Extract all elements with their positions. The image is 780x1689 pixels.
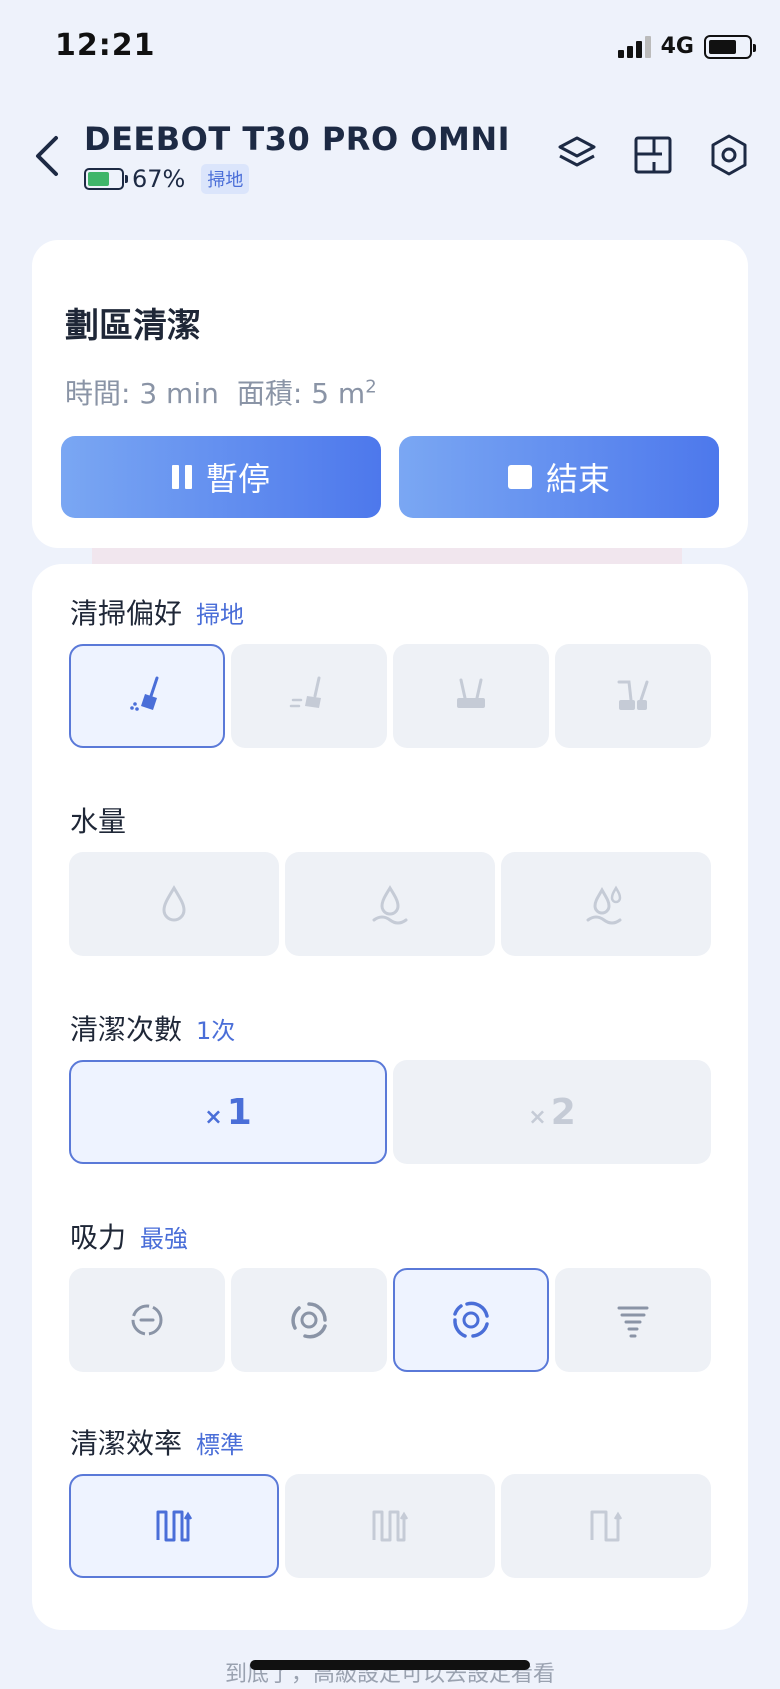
preference-option-mop-after-sweep[interactable] xyxy=(555,644,711,748)
water-drop-low-icon xyxy=(162,885,186,922)
passes-option-2[interactable]: × 2 xyxy=(393,1060,711,1164)
pause-icon xyxy=(171,465,192,489)
pause-button[interactable]: 暫停 xyxy=(61,436,381,518)
suction-max-icon xyxy=(453,1301,489,1338)
phone-battery-icon xyxy=(704,34,756,59)
home-indicator[interactable] xyxy=(250,1660,530,1670)
efficiency-value: 標準 xyxy=(196,1431,245,1459)
signal-icon xyxy=(617,35,651,58)
map-preview-strip xyxy=(92,548,682,564)
preference-section-title: 清掃偏好 掃地 xyxy=(70,597,245,630)
mode-badge: 掃地 xyxy=(201,164,250,194)
water-drop-medium-icon xyxy=(372,885,408,925)
device-status-row: 67% 掃地 xyxy=(84,164,250,194)
water-option-low[interactable] xyxy=(69,852,279,956)
suction-quiet-icon xyxy=(131,1304,163,1336)
water-option-high[interactable] xyxy=(501,852,711,956)
suction-section-title: 吸力 最強 xyxy=(70,1221,189,1254)
efficiency-option-fast[interactable] xyxy=(285,1474,495,1578)
preference-option-mop[interactable] xyxy=(393,644,549,748)
stop-button[interactable]: 結束 xyxy=(399,436,719,518)
water-section-title: 水量 xyxy=(70,805,127,838)
back-icon[interactable] xyxy=(30,130,66,182)
room-map-icon[interactable] xyxy=(630,132,676,178)
water-drop-high-icon xyxy=(586,885,622,925)
efficiency-option-standard[interactable] xyxy=(69,1474,279,1578)
suction-option-standard[interactable] xyxy=(231,1268,387,1372)
mop-icon xyxy=(457,678,485,708)
suction-tornado-icon xyxy=(617,1306,649,1338)
mop-after-sweep-icon xyxy=(617,680,649,710)
task-info: 時間: 3 min 面積: 5 m2 xyxy=(65,372,377,412)
passes-value: 1次 xyxy=(196,1017,236,1045)
stop-icon xyxy=(507,465,532,489)
settings-hex-icon[interactable] xyxy=(706,132,752,178)
passes-section-title: 清潔次數 1次 xyxy=(70,1013,236,1046)
device-title: DEEBOT T30 PRO OMNI xyxy=(84,120,511,158)
path-dense-icon xyxy=(156,1510,193,1542)
status-indicators: 4G xyxy=(617,34,756,59)
path-sparse-icon xyxy=(590,1510,623,1542)
battery-percentage: 67% xyxy=(132,165,186,193)
stop-label: 結束 xyxy=(545,460,610,498)
task-time: 時間: 3 min xyxy=(65,377,219,410)
path-medium-icon xyxy=(372,1510,409,1542)
suction-value: 最強 xyxy=(140,1225,189,1253)
water-option-medium[interactable] xyxy=(285,852,495,956)
efficiency-section-title: 清潔效率 標準 xyxy=(70,1427,245,1460)
layers-icon[interactable] xyxy=(554,132,600,178)
status-time: 12:21 xyxy=(55,28,156,63)
efficiency-option-deep[interactable] xyxy=(501,1474,711,1578)
preference-option-sweep[interactable] xyxy=(69,644,225,748)
passes-option-1[interactable]: × 1 xyxy=(69,1060,387,1164)
preference-option-sweep-mop[interactable] xyxy=(231,644,387,748)
suction-option-max[interactable] xyxy=(393,1268,549,1372)
preference-value: 掃地 xyxy=(196,601,245,629)
task-area: 面積: 5 m2 xyxy=(236,376,377,410)
device-battery-icon xyxy=(84,168,128,190)
suction-standard-icon xyxy=(291,1302,327,1339)
task-name: 劃區清潔 xyxy=(65,306,201,346)
sweep-broom-icon xyxy=(130,676,159,711)
suction-option-max-plus[interactable] xyxy=(555,1268,711,1372)
pause-label: 暫停 xyxy=(205,460,270,498)
network-type: 4G xyxy=(660,34,694,59)
suction-option-quiet[interactable] xyxy=(69,1268,225,1372)
sweep-mop-icon xyxy=(289,676,321,708)
